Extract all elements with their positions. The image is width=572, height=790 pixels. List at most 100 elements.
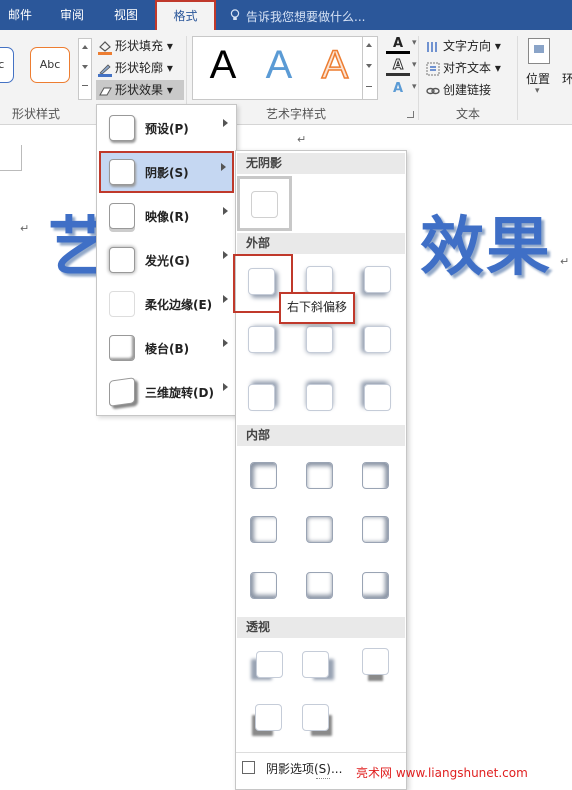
shape-style-thumb-2[interactable]: Abc (30, 47, 70, 83)
menu-item-shadow[interactable]: 阴影(S) (99, 151, 234, 193)
menu-item-reflection[interactable]: 映像(R) (99, 195, 234, 237)
group-label-text: 文本 (456, 107, 481, 121)
text-direction-button[interactable]: 文字方向 ▾ (426, 36, 501, 56)
chevron-down-icon: ▾ (535, 86, 540, 96)
text-direction-icon (426, 40, 440, 54)
menu-item-label: 预设(P) (145, 122, 189, 136)
chevron-down-icon: ▾ (412, 60, 417, 70)
shadow-swatch-inner-bottom-left[interactable] (250, 572, 277, 599)
shadow-options-label: 阴影选项(S)... (266, 762, 343, 776)
shadow-swatch-inner-center[interactable] (306, 516, 333, 543)
scroll-down-icon (82, 65, 88, 69)
align-text-button[interactable]: 对齐文本 ▾ (426, 58, 501, 78)
shape-outline-button[interactable]: 形状轮廓 ▾ (98, 58, 173, 78)
chevron-down-icon: ▾ (412, 38, 417, 48)
dialog-launcher-icon[interactable] (407, 111, 414, 118)
shape-fill-button[interactable]: 形状填充 ▾ (98, 36, 173, 56)
shadow-swatch-perspective-upper-left[interactable] (256, 651, 283, 678)
create-link-button[interactable]: 创建链接 (426, 80, 491, 100)
wordart-text-right[interactable]: 效果 (420, 196, 552, 288)
text-effects-button[interactable]: A (386, 80, 410, 97)
shadow-none-selected[interactable] (237, 176, 292, 231)
shape-style-scrollbar[interactable] (78, 38, 92, 100)
tab-view[interactable]: 视图 (104, 0, 148, 30)
shadow-swatch-outer-bottom-left[interactable] (364, 266, 391, 293)
shadow-swatch-inner-bottom[interactable] (306, 572, 333, 599)
shadow-swatch-perspective-lower-left[interactable] (255, 704, 282, 731)
wordart-style-blue[interactable]: A (251, 43, 307, 88)
wordart-style-black[interactable]: A (195, 43, 251, 88)
shadow-swatch-inner-top[interactable] (306, 462, 333, 489)
shadow-swatch-perspective-below[interactable] (362, 648, 389, 675)
shadow-swatch-inner-left[interactable] (250, 516, 277, 543)
pencil-icon (98, 60, 112, 77)
section-header-outer: 外部 (237, 233, 405, 254)
section-header-no-shadow: 无阴影 (237, 153, 405, 174)
chevron-right-icon (223, 119, 228, 127)
shadow-swatch-perspective-upper-right[interactable] (302, 651, 329, 678)
position-icon-graphic (534, 45, 544, 53)
tab-format[interactable]: 格式 (155, 0, 216, 30)
scroll-up-icon (366, 43, 372, 47)
scroll-down-icon (366, 64, 372, 68)
group-label-wordart-styles: 艺术字样式 (266, 107, 327, 121)
tab-mailings[interactable]: 邮件 (0, 0, 40, 30)
shadow-swatch-inner-top-right[interactable] (362, 462, 389, 489)
shadow-swatch-outer-right[interactable] (248, 326, 275, 353)
tell-me-input[interactable]: 告诉我您想要做什么... (246, 8, 365, 25)
lightbulb-icon (230, 9, 240, 21)
wordart-style-orange[interactable]: A (307, 42, 363, 88)
menu-item-preset[interactable]: 预设(P) (99, 107, 234, 149)
shape-style-thumb-1[interactable]: Abc (0, 47, 14, 83)
wrap-text-label[interactable]: 环 (562, 70, 572, 87)
bevel-icon (109, 335, 135, 361)
reflection-icon (109, 203, 135, 229)
text-outline-button[interactable]: A (386, 58, 410, 76)
shape-fill-label: 形状填充 (115, 39, 164, 53)
position-label[interactable]: 位置 (526, 70, 550, 87)
shadow-swatch-outer-left[interactable] (364, 326, 391, 353)
position-icon[interactable] (528, 38, 550, 64)
align-text-label: 对齐文本 (443, 61, 492, 75)
text-fill-button[interactable]: A (386, 36, 410, 54)
shape-effects-button[interactable]: 形状效果 ▾ (96, 80, 184, 100)
menu-item-label: 柔化边缘(E) (145, 298, 213, 312)
tab-review[interactable]: 审阅 (52, 0, 92, 30)
shape-effects-label: 形状效果 (115, 83, 164, 97)
chevron-down-icon: ▾ (412, 82, 417, 92)
soft-edges-icon (109, 291, 135, 317)
shadow-swatch-inner-right[interactable] (362, 516, 389, 543)
menu-item-3d-rotation[interactable]: 三维旋转(D) (99, 371, 234, 413)
menu-item-soft-edges[interactable]: 柔化边缘(E) (99, 283, 234, 325)
chevron-right-icon (223, 339, 228, 347)
shadow-swatch-outer-center[interactable] (306, 326, 333, 353)
chevron-right-icon (223, 383, 228, 391)
ribbon-divider (418, 36, 419, 120)
menu-item-label: 阴影(S) (145, 166, 189, 180)
menu-item-glow[interactable]: 发光(G) (99, 239, 234, 281)
shadow-icon (109, 159, 135, 185)
menu-item-label: 棱台(B) (145, 342, 190, 356)
paragraph-mark: ↵ (297, 133, 307, 146)
wordart-gallery-scrollbar[interactable] (362, 36, 376, 100)
shape-outline-label: 形状轮廓 (115, 61, 164, 75)
shadow-swatch-outer-top[interactable] (306, 384, 333, 411)
scroll-up-icon (82, 45, 88, 49)
shadow-swatch (248, 268, 275, 295)
resize-grip-icon[interactable] (316, 778, 330, 780)
shape-effects-menu: 预设(P) 阴影(S) 映像(R) 发光(G) 柔化边缘(E) 棱台(B) 三维… (96, 104, 237, 416)
shadow-swatch-inner-bottom-right[interactable] (362, 572, 389, 599)
shadow-swatch-outer-top-left[interactable] (364, 384, 391, 411)
menu-item-bevel[interactable]: 棱台(B) (99, 327, 234, 369)
shape-effects-icon (98, 84, 112, 98)
shadow-swatch-perspective-lower-right[interactable] (302, 704, 329, 731)
shadow-swatch-outer-bottom[interactable] (306, 266, 333, 293)
shadow-swatch-outer-top-right[interactable] (248, 384, 275, 411)
glow-icon (109, 247, 135, 273)
text-direction-label: 文字方向 (443, 39, 492, 53)
ribbon-tab-bar: 邮件 审阅 视图 格式 告诉我您想要做什么... (0, 0, 572, 30)
shadow-swatch-inner-top-left[interactable] (250, 462, 277, 489)
menu-item-label: 三维旋转(D) (145, 386, 214, 400)
wordart-gallery[interactable]: A A A (192, 36, 378, 100)
chevron-right-icon (223, 207, 228, 215)
